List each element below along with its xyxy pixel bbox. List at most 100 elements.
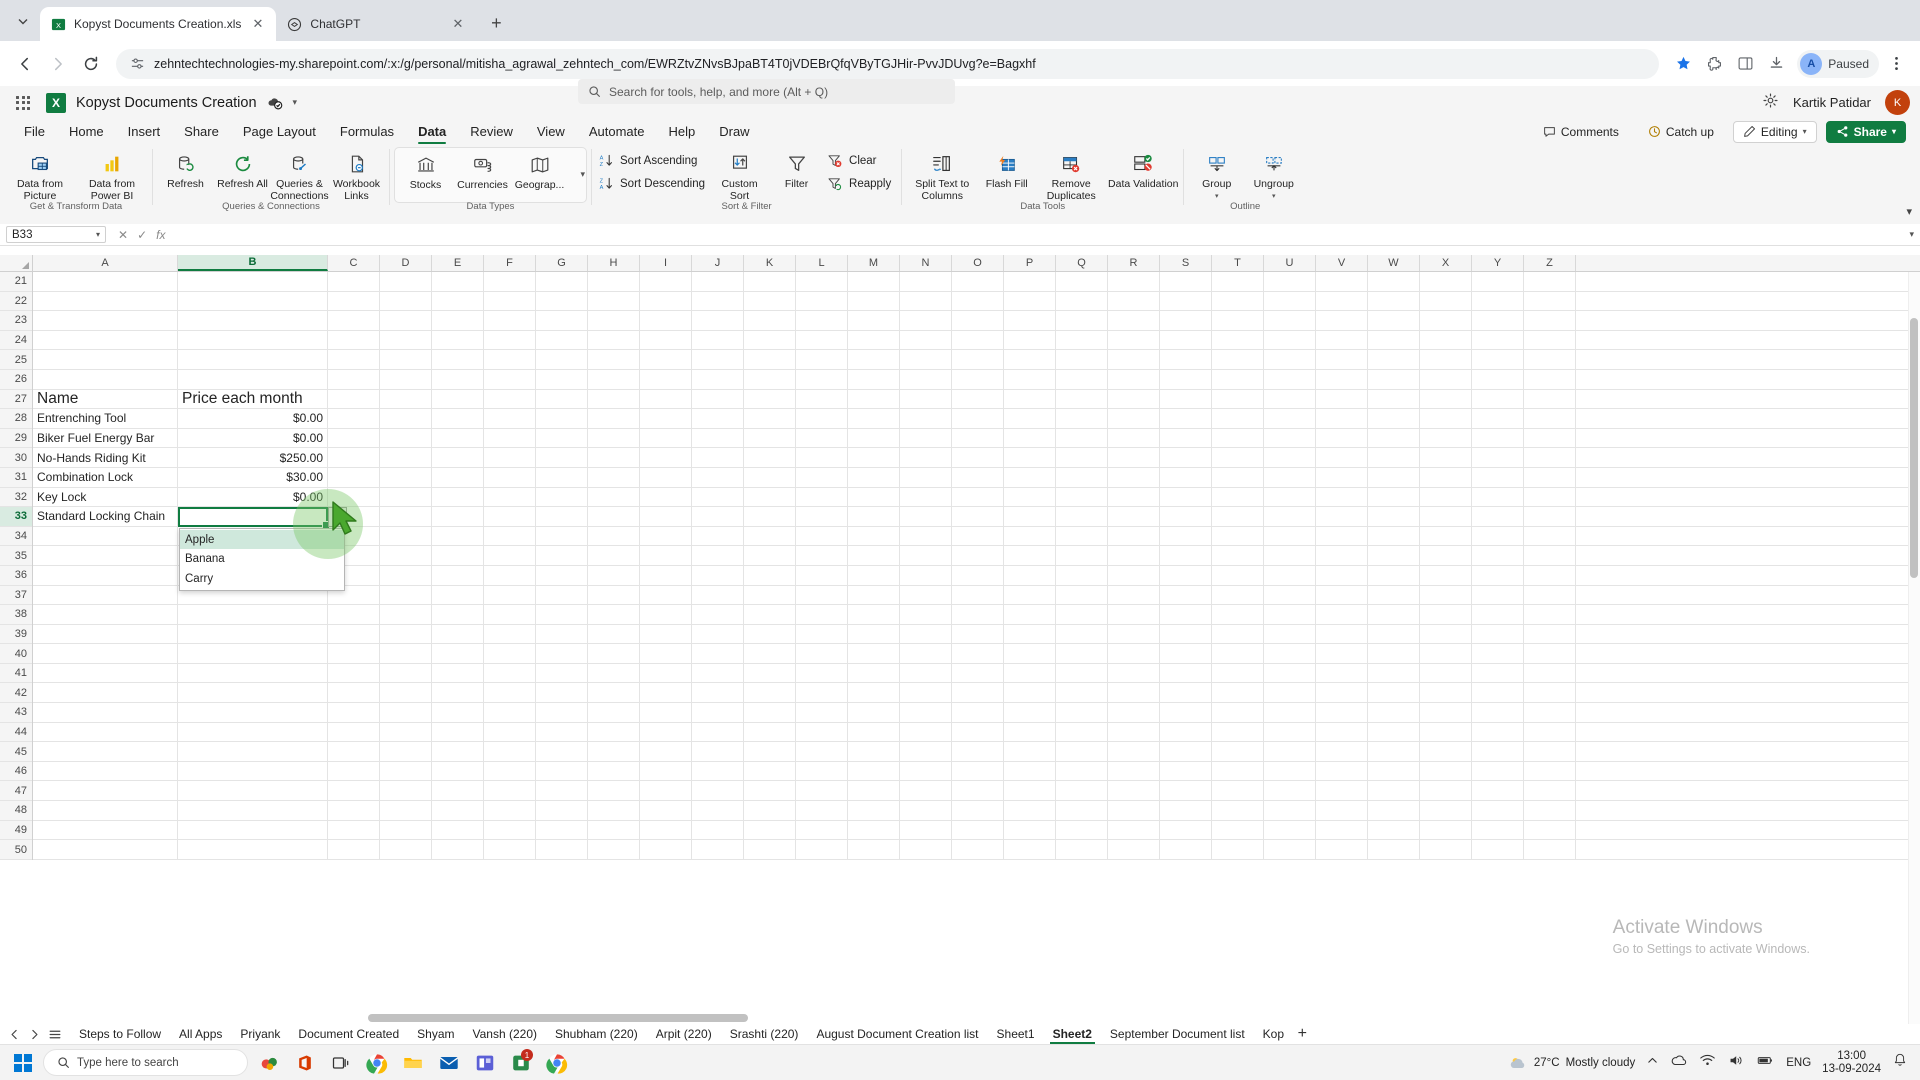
cell-D49[interactable] [380, 820, 432, 840]
cell-P40[interactable] [1004, 644, 1056, 663]
cell-D41[interactable] [380, 663, 432, 683]
cell-T26[interactable] [1212, 369, 1264, 389]
cell-R24[interactable] [1108, 330, 1160, 350]
comments-button[interactable]: Comments [1533, 121, 1629, 143]
cell-O27[interactable] [952, 389, 1004, 409]
cell-J35[interactable] [692, 546, 744, 565]
cell-G44[interactable] [536, 722, 588, 742]
cell-V43[interactable] [1316, 703, 1368, 722]
cell-J24[interactable] [692, 330, 744, 350]
cell-T22[interactable] [1212, 291, 1264, 311]
cell-B29[interactable]: $0.00 [178, 428, 328, 448]
cell-L27[interactable] [796, 389, 848, 409]
cell-O39[interactable] [952, 624, 1004, 644]
cell-I38[interactable] [640, 605, 692, 624]
cell-J42[interactable] [692, 683, 744, 703]
cell-R28[interactable] [1108, 409, 1160, 428]
horizontal-scroll-thumb[interactable] [368, 1014, 748, 1022]
cell-Y27[interactable] [1472, 389, 1524, 409]
cell-O45[interactable] [952, 742, 1004, 761]
cell-U23[interactable] [1264, 311, 1316, 330]
reapply-filter-button[interactable]: Reapply [827, 174, 891, 194]
cell-L39[interactable] [796, 624, 848, 644]
cell-P27[interactable] [1004, 389, 1056, 409]
row-header-29[interactable]: 29 [0, 429, 32, 449]
cell-V26[interactable] [1316, 369, 1368, 389]
cell-G35[interactable] [536, 546, 588, 565]
cell-K35[interactable] [744, 546, 796, 565]
cell-W42[interactable] [1368, 683, 1420, 703]
column-header-O[interactable]: O [952, 255, 1004, 271]
cell-A41[interactable] [33, 663, 178, 683]
cell-Y38[interactable] [1472, 605, 1524, 624]
search-input[interactable]: Search for tools, help, and more (Alt + … [578, 79, 955, 104]
cell-K28[interactable] [744, 409, 796, 428]
cell-N24[interactable] [900, 330, 952, 350]
cell-J50[interactable] [692, 840, 744, 859]
cell-M34[interactable] [848, 526, 900, 546]
cell-C47[interactable] [328, 781, 380, 801]
cell-W34[interactable] [1368, 526, 1420, 546]
cell-Z47[interactable] [1524, 781, 1576, 801]
cell-O35[interactable] [952, 546, 1004, 565]
cell-T40[interactable] [1212, 644, 1264, 663]
cell-F34[interactable] [484, 526, 536, 546]
cell-N25[interactable] [900, 350, 952, 369]
cell-S44[interactable] [1160, 722, 1212, 742]
cell-P34[interactable] [1004, 526, 1056, 546]
cell-F29[interactable] [484, 428, 536, 448]
tray-expand-icon[interactable] [1646, 1054, 1659, 1072]
cell-V29[interactable] [1316, 428, 1368, 448]
cell-M42[interactable] [848, 683, 900, 703]
name-box[interactable]: B33 ▾ [6, 226, 106, 243]
cell-O21[interactable] [952, 272, 1004, 291]
cell-B47[interactable] [178, 781, 328, 801]
cell-S26[interactable] [1160, 369, 1212, 389]
cell-X47[interactable] [1420, 781, 1472, 801]
cell-B21[interactable] [178, 272, 328, 291]
cell-A32[interactable]: Key Lock [33, 487, 178, 507]
cell-D34[interactable] [380, 526, 432, 546]
cell-H50[interactable] [588, 840, 640, 859]
cell-U43[interactable] [1264, 703, 1316, 722]
cell-S42[interactable] [1160, 683, 1212, 703]
cell-X22[interactable] [1420, 291, 1472, 311]
cell-Q32[interactable] [1056, 487, 1108, 507]
cell-S32[interactable] [1160, 487, 1212, 507]
cell-B44[interactable] [178, 722, 328, 742]
cell-H35[interactable] [588, 546, 640, 565]
cell-V23[interactable] [1316, 311, 1368, 330]
cell-A21[interactable] [33, 272, 178, 291]
network-icon[interactable] [1699, 1052, 1716, 1074]
cell-V45[interactable] [1316, 742, 1368, 761]
cell-W24[interactable] [1368, 330, 1420, 350]
cell-D36[interactable] [380, 565, 432, 585]
cell-D39[interactable] [380, 624, 432, 644]
cell-I24[interactable] [640, 330, 692, 350]
cell-T39[interactable] [1212, 624, 1264, 644]
cell-D48[interactable] [380, 801, 432, 820]
cell-K44[interactable] [744, 722, 796, 742]
cell-R46[interactable] [1108, 761, 1160, 781]
column-header-B[interactable]: B [178, 255, 328, 271]
cell-A36[interactable] [33, 565, 178, 585]
cell-Z30[interactable] [1524, 448, 1576, 467]
cell-L40[interactable] [796, 644, 848, 663]
cell-V46[interactable] [1316, 761, 1368, 781]
cell-K45[interactable] [744, 742, 796, 761]
cell-D30[interactable] [380, 448, 432, 467]
cell-L44[interactable] [796, 722, 848, 742]
cell-P46[interactable] [1004, 761, 1056, 781]
cell-S31[interactable] [1160, 467, 1212, 487]
cell-B45[interactable] [178, 742, 328, 761]
cell-O32[interactable] [952, 487, 1004, 507]
cell-J33[interactable] [692, 507, 744, 526]
cell-S49[interactable] [1160, 820, 1212, 840]
cell-P31[interactable] [1004, 467, 1056, 487]
queries-connections-button[interactable]: Queries & Connections [270, 147, 329, 202]
cell-N32[interactable] [900, 487, 952, 507]
cell-O23[interactable] [952, 311, 1004, 330]
cell-N35[interactable] [900, 546, 952, 565]
cell-L38[interactable] [796, 605, 848, 624]
cell-N33[interactable] [900, 507, 952, 526]
